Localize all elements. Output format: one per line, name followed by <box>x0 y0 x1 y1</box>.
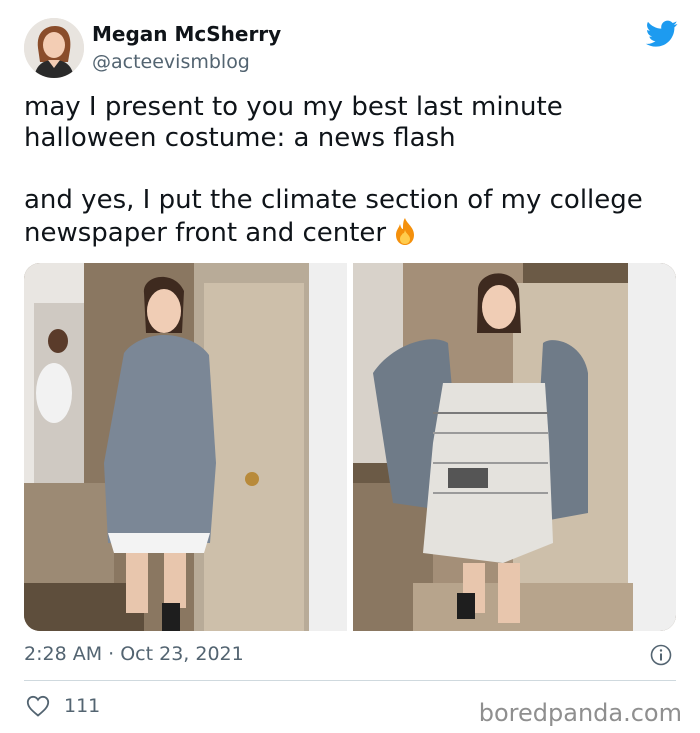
tweet-line-1: may I present to you my best last minute… <box>24 92 563 153</box>
divider <box>24 680 676 681</box>
like-count: 111 <box>64 695 101 717</box>
like-button[interactable]: 111 <box>26 695 100 717</box>
photo-jacket-closed[interactable] <box>24 263 347 631</box>
fire-emoji-icon <box>390 216 420 246</box>
info-icon[interactable] <box>650 644 672 666</box>
heart-icon[interactable] <box>26 695 50 717</box>
tweet-line-2: and yes, I put the climate section of my… <box>24 185 643 248</box>
author-handle[interactable]: @acteevismblog <box>92 51 250 73</box>
watermark: boredpanda.com <box>478 699 682 727</box>
avatar[interactable] <box>24 18 84 78</box>
tweet-line-2-wrap: and yes, I put the climate section of my… <box>24 185 674 249</box>
tweet-text: may I present to you my best last minute… <box>24 92 674 249</box>
author-name[interactable]: Megan McSherry <box>92 22 281 46</box>
photo-newspaper-dress[interactable] <box>353 263 676 631</box>
tweet-photos[interactable] <box>24 263 676 631</box>
tweet-timestamp[interactable]: 2:28 AM · Oct 23, 2021 <box>24 643 244 665</box>
twitter-bird-icon[interactable] <box>645 20 678 48</box>
